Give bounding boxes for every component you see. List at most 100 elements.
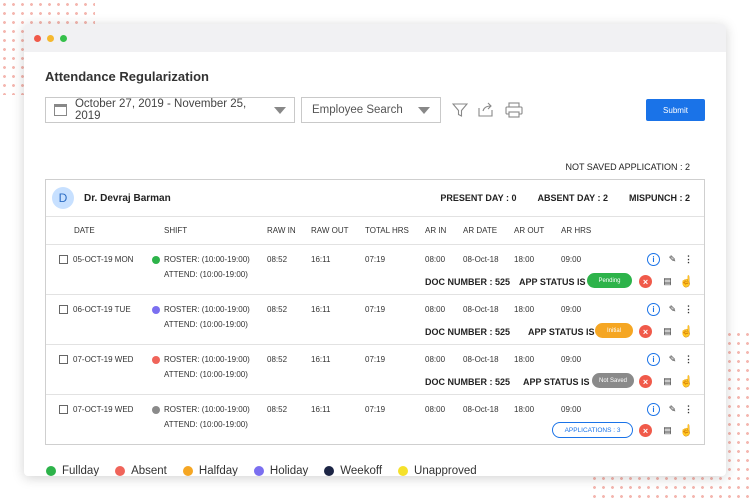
ar-date: 08-Oct-18 bbox=[463, 405, 499, 414]
legend-label: Absent bbox=[131, 465, 167, 476]
raw-in: 08:52 bbox=[267, 405, 288, 414]
ar-hrs: 09:00 bbox=[561, 355, 582, 364]
raw-in: 08:52 bbox=[267, 355, 288, 364]
print-icon[interactable] bbox=[504, 100, 524, 120]
edit-icon[interactable]: ✎ bbox=[666, 403, 679, 416]
applications-button[interactable]: APPLICATIONS : 3 bbox=[552, 422, 633, 438]
table-row: 06-OCT-19 TUE ROSTER: (10:00-19:00) ATTE… bbox=[46, 295, 704, 345]
edit-icon[interactable]: ✎ bbox=[666, 253, 679, 266]
info-icon[interactable]: i bbox=[647, 253, 660, 266]
column-header: AR OUT bbox=[514, 226, 545, 235]
window-close-dot[interactable] bbox=[34, 34, 41, 42]
row-checkbox[interactable] bbox=[59, 405, 68, 414]
info-icon[interactable]: i bbox=[647, 403, 660, 416]
submit-button[interactable]: Submit bbox=[646, 99, 705, 121]
legend-label: Unapproved bbox=[414, 465, 477, 476]
comment-icon[interactable]: ▤ bbox=[661, 325, 674, 338]
raw-out: 16:11 bbox=[311, 255, 331, 264]
row-date: 05-OCT-19 MON bbox=[73, 255, 134, 264]
table-header-row: DATE SHIFT RAW IN RAW OUT TOTAL HRS AR I… bbox=[46, 217, 704, 245]
column-header: SHIFT bbox=[164, 226, 188, 235]
legend-dot bbox=[115, 466, 126, 476]
ar-hrs: 09:00 bbox=[561, 255, 582, 264]
row-checkbox[interactable] bbox=[59, 255, 68, 264]
hand-pointer-icon[interactable]: ☝ bbox=[680, 325, 694, 338]
reject-icon[interactable]: × bbox=[639, 325, 652, 338]
raw-in: 08:52 bbox=[267, 255, 288, 264]
more-icon[interactable]: ⋮ bbox=[682, 403, 695, 416]
ar-in: 08:00 bbox=[425, 305, 446, 314]
employee-search-value: Employee Search bbox=[312, 104, 403, 116]
absent-day-count: ABSENT DAY : 2 bbox=[537, 193, 608, 203]
chevron-down-icon bbox=[418, 106, 430, 114]
date-range-picker[interactable]: October 27, 2019 - November 25, 2019 bbox=[45, 97, 295, 123]
status-dot bbox=[152, 306, 160, 314]
legend-item-absent: Absent bbox=[115, 465, 167, 476]
total-hrs: 07:19 bbox=[365, 255, 386, 264]
window-minimize-dot[interactable] bbox=[47, 34, 54, 42]
status-badge: Pending bbox=[587, 273, 632, 288]
reject-icon[interactable]: × bbox=[639, 424, 652, 437]
filter-icon[interactable] bbox=[450, 100, 470, 120]
legend-dot bbox=[324, 466, 335, 476]
roster-shift: ROSTER: (10:00-19:00) bbox=[164, 305, 250, 314]
present-day-count: PRESENT DAY : 0 bbox=[440, 193, 517, 203]
column-header: AR HRS bbox=[561, 226, 592, 235]
app-window: Attendance Regularization October 27, 20… bbox=[24, 24, 726, 476]
hand-pointer-icon[interactable]: ☝ bbox=[680, 424, 694, 437]
comment-icon[interactable]: ▤ bbox=[661, 375, 674, 388]
row-date: 07-OCT-19 WED bbox=[73, 405, 134, 414]
column-header: AR DATE bbox=[463, 226, 498, 235]
ar-date: 08-Oct-18 bbox=[463, 305, 499, 314]
row-checkbox[interactable] bbox=[59, 355, 68, 364]
ar-in: 08:00 bbox=[425, 405, 446, 414]
more-icon[interactable]: ⋮ bbox=[682, 253, 695, 266]
window-maximize-dot[interactable] bbox=[60, 34, 67, 42]
employee-search-select[interactable]: Employee Search bbox=[301, 97, 441, 123]
legend-item-holiday: Holiday bbox=[253, 465, 308, 476]
comment-icon[interactable]: ▤ bbox=[661, 424, 674, 437]
raw-out: 16:11 bbox=[311, 405, 331, 414]
raw-out: 16:11 bbox=[311, 355, 331, 364]
reject-icon[interactable]: × bbox=[639, 275, 652, 288]
mispunch-count: MISPUNCH : 2 bbox=[628, 193, 690, 203]
info-icon[interactable]: i bbox=[647, 303, 660, 316]
more-icon[interactable]: ⋮ bbox=[682, 303, 695, 316]
chevron-down-icon bbox=[274, 106, 286, 114]
attend-shift: ATTEND: (10:00-19:00) bbox=[164, 420, 248, 429]
row-date: 06-OCT-19 TUE bbox=[73, 305, 131, 314]
legend-dot bbox=[253, 466, 264, 476]
column-header: AR IN bbox=[425, 226, 447, 235]
export-icon[interactable] bbox=[476, 100, 496, 120]
attend-shift: ATTEND: (10:00-19:00) bbox=[164, 370, 248, 379]
legend-item-weekoff: Weekoff bbox=[324, 465, 382, 476]
hand-pointer-icon[interactable]: ☝ bbox=[680, 275, 694, 288]
raw-in: 08:52 bbox=[267, 305, 288, 314]
employee-header: D Dr. Devraj Barman PRESENT DAY : 0 ABSE… bbox=[46, 180, 704, 217]
roster-shift: ROSTER: (10:00-19:00) bbox=[164, 355, 250, 364]
table-row: 07-OCT-19 WED ROSTER: (10:00-19:00) ATTE… bbox=[46, 345, 704, 395]
column-header: DATE bbox=[74, 226, 95, 235]
ar-hrs: 09:00 bbox=[561, 405, 582, 414]
edit-icon[interactable]: ✎ bbox=[666, 353, 679, 366]
attend-shift: ATTEND: (10:00-19:00) bbox=[164, 270, 248, 279]
hand-pointer-icon[interactable]: ☝ bbox=[680, 375, 694, 388]
column-header: RAW OUT bbox=[311, 226, 349, 235]
app-status-label: APP STATUS IS bbox=[528, 327, 595, 337]
comment-icon[interactable]: ▤ bbox=[661, 275, 674, 288]
edit-icon[interactable]: ✎ bbox=[666, 303, 679, 316]
reject-icon[interactable]: × bbox=[639, 375, 652, 388]
column-header: RAW IN bbox=[267, 226, 296, 235]
status-dot bbox=[152, 406, 160, 414]
legend-label: Halfday bbox=[198, 465, 238, 476]
row-checkbox[interactable] bbox=[59, 305, 68, 314]
avatar: D bbox=[52, 187, 74, 209]
ar-hrs: 09:00 bbox=[561, 305, 582, 314]
legend-dot bbox=[398, 466, 409, 476]
page-title: Attendance Regularization bbox=[45, 69, 209, 84]
info-icon[interactable]: i bbox=[647, 353, 660, 366]
date-range-value: October 27, 2019 - November 25, 2019 bbox=[74, 98, 247, 122]
doc-number: DOC NUMBER : 525 bbox=[425, 277, 511, 287]
more-icon[interactable]: ⋮ bbox=[682, 353, 695, 366]
total-hrs: 07:19 bbox=[365, 405, 386, 414]
